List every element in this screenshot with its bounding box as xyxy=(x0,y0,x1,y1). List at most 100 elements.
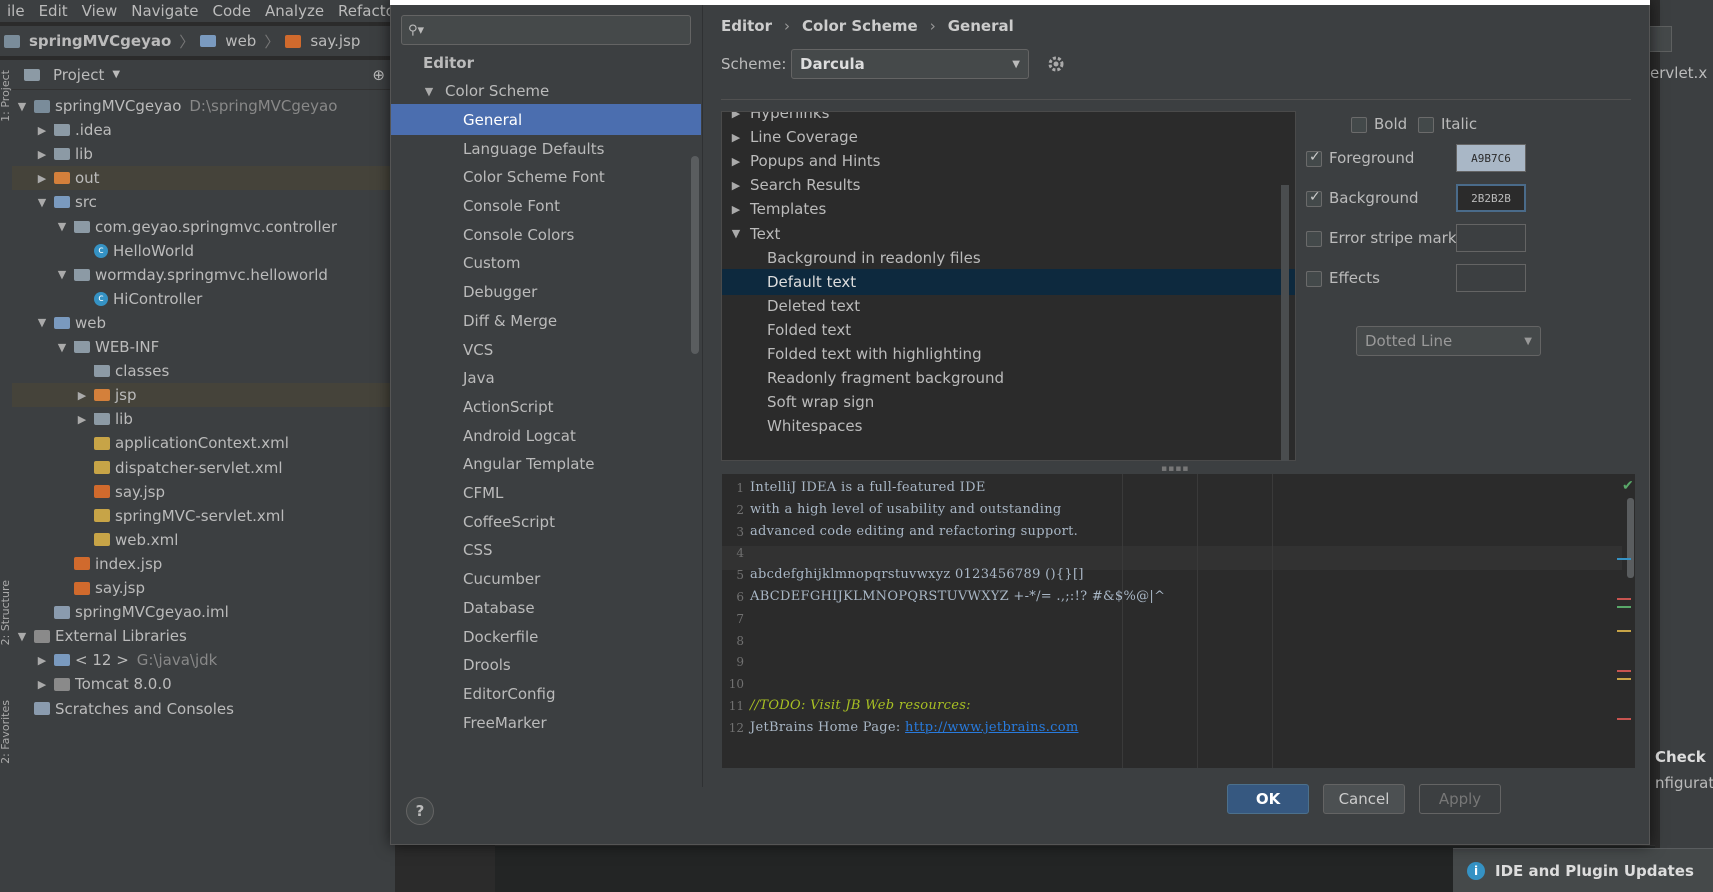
background-color-swatch[interactable]: 2B2B2B xyxy=(1456,184,1526,212)
nav-item[interactable]: Editor xyxy=(391,53,701,78)
effects-color-swatch[interactable] xyxy=(1456,264,1526,292)
error-stripe-color-swatch[interactable] xyxy=(1456,224,1526,252)
menu-item-analyze[interactable]: Analyze xyxy=(265,2,324,20)
chevron-right-icon[interactable]: ▶ xyxy=(36,172,48,185)
attribute-item[interactable]: Background in readonly files xyxy=(722,245,1295,271)
chevron-down-icon[interactable]: ▼ xyxy=(56,268,68,281)
attribute-item[interactable]: Whitespaces xyxy=(722,413,1295,439)
tree-item[interactable]: ▶ jsp xyxy=(12,383,395,408)
bold-checkbox[interactable] xyxy=(1351,117,1367,133)
tool-tab-favorites[interactable]: 2: Favorites xyxy=(0,700,12,764)
tree-item[interactable]: ▼ springMVCgeyao D:\springMVCgeyao xyxy=(12,94,395,118)
tree-item[interactable]: springMVC-servlet.xml xyxy=(12,504,395,528)
attribute-scrollbar[interactable] xyxy=(1281,185,1289,461)
chevron-down-icon[interactable]: ▼ xyxy=(56,341,68,354)
menu-item-view[interactable]: View xyxy=(82,2,118,20)
nav-item[interactable]: Dockerfile xyxy=(391,621,701,652)
tree-item[interactable]: applicationContext.xml xyxy=(12,431,395,455)
nav-item[interactable]: Android Logcat xyxy=(391,420,701,451)
locate-icon[interactable]: ⊕ xyxy=(372,66,385,84)
attribute-item[interactable]: ▼ Text xyxy=(722,221,1295,247)
nav-item[interactable]: General xyxy=(391,104,701,136)
chevron-right-icon[interactable]: ▶ xyxy=(76,413,88,426)
nav-item[interactable]: Debugger xyxy=(391,277,701,308)
tree-item[interactable]: ▼ External Libraries xyxy=(12,624,395,648)
chevron-right-icon[interactable]: ▶ xyxy=(36,654,48,667)
search-input[interactable] xyxy=(430,21,671,39)
nav-item[interactable]: Console Font xyxy=(391,191,701,222)
nav-item[interactable]: Angular Template xyxy=(391,449,701,480)
menu-item-code[interactable]: Code xyxy=(213,2,251,20)
italic-checkbox[interactable] xyxy=(1418,117,1434,133)
attribute-item[interactable]: ▶ Line Coverage xyxy=(722,124,1295,150)
nav-item[interactable]: Console Colors xyxy=(391,219,701,250)
update-notification[interactable]: i IDE and Plugin Updates xyxy=(1453,848,1713,892)
preview-editor[interactable]: 1 IntelliJ IDEA is a full-featured IDE 2 wi… xyxy=(721,473,1636,769)
tree-item[interactable]: ▶ .idea xyxy=(12,118,395,142)
menu-item-ile[interactable]: ile xyxy=(7,2,25,20)
nav-item[interactable]: Diff & Merge xyxy=(391,305,701,336)
tree-item[interactable]: say.jsp xyxy=(12,576,395,600)
tree-item[interactable]: ▶ Tomcat 8.0.0 xyxy=(12,672,395,696)
chevron-down-icon[interactable]: ▼ xyxy=(16,100,28,113)
chevron-down-icon[interactable]: ▼ xyxy=(56,220,68,233)
tree-item[interactable]: say.jsp xyxy=(12,480,395,504)
tree-item[interactable]: web.xml xyxy=(12,528,395,552)
chevron-right-icon[interactable]: ▶ xyxy=(730,155,742,168)
chevron-down-icon[interactable]: ▼ xyxy=(730,227,742,240)
nav-item[interactable]: CoffeeScript xyxy=(391,506,701,537)
attribute-item[interactable]: ▶ Popups and Hints xyxy=(722,148,1295,174)
nav-item[interactable]: Language Defaults xyxy=(391,133,701,164)
tree-item[interactable]: Scratches and Consoles xyxy=(12,697,395,721)
scheme-select[interactable]: Darcula ▼ xyxy=(791,49,1029,79)
tool-tab-project[interactable]: 1: Project xyxy=(0,70,12,122)
breadcrumb-project[interactable]: springMVCgeyao xyxy=(4,32,171,50)
breadcrumb-editor[interactable]: Editor xyxy=(721,17,772,35)
chevron-right-icon[interactable]: ▶ xyxy=(730,112,742,120)
tree-item[interactable]: ▶ out xyxy=(12,166,395,191)
effects-checkbox[interactable] xyxy=(1306,271,1322,287)
nav-scrollbar[interactable] xyxy=(691,156,699,354)
chevron-right-icon[interactable]: ▶ xyxy=(730,179,742,192)
tree-item[interactable]: ▶ < 12 > G:\java\jdk xyxy=(12,648,395,672)
chevron-right-icon[interactable]: ▶ xyxy=(76,389,88,402)
breadcrumb-web[interactable]: web xyxy=(200,32,256,50)
chevron-down-icon[interactable]: ▼ xyxy=(36,316,48,329)
tree-item[interactable]: springMVCgeyao.iml xyxy=(12,600,395,624)
tree-item[interactable]: ▶ lib xyxy=(12,142,395,166)
attribute-item[interactable]: ▶ Search Results xyxy=(722,172,1295,198)
nav-item[interactable]: CFML xyxy=(391,478,701,509)
tree-item[interactable]: index.jsp xyxy=(12,552,395,576)
nav-item[interactable]: Custom xyxy=(391,248,701,279)
code-link[interactable]: http://www.jetbrains.com xyxy=(905,720,1078,735)
foreground-color-swatch[interactable]: A9B7C6 xyxy=(1456,144,1526,172)
tree-item[interactable]: ▶ lib xyxy=(12,407,395,431)
breadcrumb-color-scheme[interactable]: Color Scheme xyxy=(802,17,918,35)
help-button[interactable]: ? xyxy=(406,797,434,825)
chevron-down-icon[interactable]: ▼ xyxy=(112,69,120,80)
attribute-item[interactable]: Folded text with highlighting xyxy=(722,341,1295,367)
attribute-item[interactable]: Default text xyxy=(722,268,1295,295)
tree-item[interactable]: classes xyxy=(12,359,395,383)
nav-item[interactable]: Color Scheme Font xyxy=(391,162,701,193)
tree-item[interactable]: c HelloWorld xyxy=(12,239,395,263)
menu-item-refacto[interactable]: Refacto xyxy=(338,2,395,20)
editor-tab-label[interactable]: ervlet.x xyxy=(1650,64,1707,82)
error-stripe-checkbox[interactable] xyxy=(1306,231,1322,247)
menu-item-navigate[interactable]: Navigate xyxy=(131,2,198,20)
attribute-item[interactable]: Folded text xyxy=(722,317,1295,343)
tree-item[interactable]: ▼ WEB-INF xyxy=(12,335,395,359)
tree-item[interactable]: ▼ src xyxy=(12,190,395,214)
tree-item[interactable]: ▼ wormday.springmvc.helloworld xyxy=(12,263,395,287)
preview-scrollbar[interactable] xyxy=(1627,498,1634,578)
nav-item[interactable]: EditorConfig xyxy=(391,678,701,709)
foreground-checkbox[interactable] xyxy=(1306,149,1322,167)
background-checkbox[interactable] xyxy=(1306,189,1322,207)
chevron-down-icon[interactable]: ▼ xyxy=(423,85,435,98)
nav-item[interactable]: Drools xyxy=(391,650,701,681)
cancel-button[interactable]: Cancel xyxy=(1323,784,1405,814)
chevron-right-icon[interactable]: ▶ xyxy=(36,678,48,691)
chevron-right-icon[interactable]: ▶ xyxy=(36,124,48,137)
attribute-item[interactable]: ▶ Templates xyxy=(722,196,1295,222)
attribute-item[interactable]: Deleted text xyxy=(722,293,1295,319)
